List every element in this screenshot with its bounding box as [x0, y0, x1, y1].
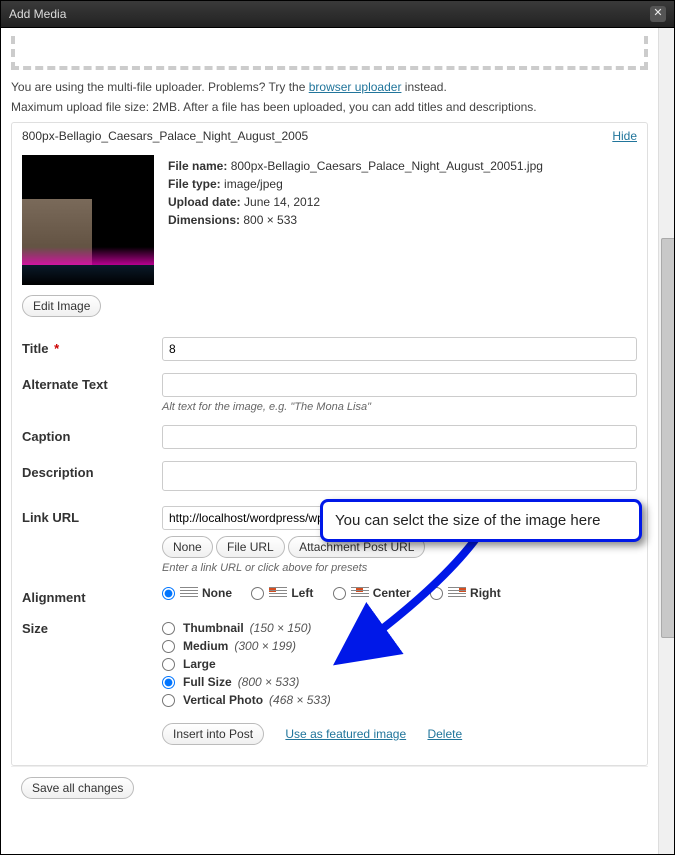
upload-date-label: Upload date:: [168, 195, 241, 209]
upload-dropzone[interactable]: [11, 36, 648, 70]
size-full-option[interactable]: Full Size(800 × 533): [162, 675, 637, 689]
size-thumbnail-radio[interactable]: [162, 622, 175, 635]
upload-date-value: June 14, 2012: [244, 195, 320, 209]
hide-link[interactable]: Hide: [612, 129, 637, 143]
browser-uploader-link[interactable]: browser uploader: [309, 80, 402, 94]
align-left-radio[interactable]: [251, 587, 264, 600]
description-input[interactable]: [162, 461, 637, 491]
align-none-option[interactable]: None: [162, 586, 232, 600]
link-file-button[interactable]: File URL: [216, 536, 285, 558]
size-vertical-radio[interactable]: [162, 694, 175, 707]
size-large-radio[interactable]: [162, 658, 175, 671]
caption-label: Caption: [22, 425, 162, 444]
align-center-icon: [351, 587, 369, 599]
size-full-radio[interactable]: [162, 676, 175, 689]
align-right-option[interactable]: Right: [430, 586, 501, 600]
alt-text-label: Alternate Text: [22, 373, 162, 392]
align-right-icon: [448, 587, 466, 599]
annotation-text: You can selct the size of the image here: [335, 512, 600, 529]
required-indicator: *: [54, 341, 59, 356]
size-label: Size: [22, 617, 162, 636]
align-none-radio[interactable]: [162, 587, 175, 600]
uploader-info: You are using the multi-file uploader. P…: [11, 80, 648, 94]
dimensions-label: Dimensions:: [168, 213, 240, 227]
size-medium-option[interactable]: Medium(300 × 199): [162, 639, 637, 653]
caption-input[interactable]: [162, 425, 637, 449]
dimensions-value: 800 × 533: [243, 213, 297, 227]
close-icon[interactable]: ✕: [650, 6, 666, 22]
align-left-option[interactable]: Left: [251, 586, 313, 600]
delete-link[interactable]: Delete: [427, 727, 462, 741]
modal-title: Add Media: [9, 7, 66, 21]
media-metadata: File name: 800px-Bellagio_Caesars_Palace…: [168, 155, 543, 285]
annotation-callout: You can selct the size of the image here: [320, 499, 642, 542]
align-none-icon: [180, 587, 198, 599]
file-name-value: 800px-Bellagio_Caesars_Palace_Night_Augu…: [231, 159, 543, 173]
alt-text-input[interactable]: [162, 373, 637, 397]
modal-titlebar: Add Media ✕: [1, 1, 674, 28]
size-vertical-option[interactable]: Vertical Photo(468 × 533): [162, 693, 637, 707]
align-center-radio[interactable]: [333, 587, 346, 600]
align-left-icon: [269, 587, 287, 599]
align-center-option[interactable]: Center: [333, 586, 411, 600]
uploader-info-suffix: instead.: [401, 80, 446, 94]
vertical-scrollbar[interactable]: [658, 28, 674, 854]
save-all-changes-button[interactable]: Save all changes: [21, 777, 134, 799]
link-none-button[interactable]: None: [162, 536, 213, 558]
link-url-hint: Enter a link URL or click above for pres…: [162, 562, 637, 574]
media-item: 800px-Bellagio_Caesars_Palace_Night_Augu…: [11, 122, 648, 766]
scrollbar-thumb[interactable]: [661, 238, 674, 638]
alt-text-hint: Alt text for the image, e.g. "The Mona L…: [162, 401, 637, 413]
link-url-label: Link URL: [22, 506, 162, 525]
modal-content: You are using the multi-file uploader. P…: [1, 28, 658, 854]
insert-into-post-button[interactable]: Insert into Post: [162, 723, 264, 745]
title-label: Title: [22, 341, 49, 356]
media-filename: 800px-Bellagio_Caesars_Palace_Night_Augu…: [22, 129, 308, 143]
edit-image-button[interactable]: Edit Image: [22, 295, 101, 317]
use-as-featured-link[interactable]: Use as featured image: [285, 727, 406, 741]
alignment-label: Alignment: [22, 586, 162, 605]
file-type-label: File type:: [168, 177, 221, 191]
file-name-label: File name:: [168, 159, 227, 173]
size-medium-radio[interactable]: [162, 640, 175, 653]
modal-footer: Save all changes: [11, 766, 648, 809]
align-right-radio[interactable]: [430, 587, 443, 600]
size-thumbnail-option[interactable]: Thumbnail(150 × 150): [162, 621, 637, 635]
title-input[interactable]: [162, 337, 637, 361]
uploader-info-prefix: You are using the multi-file uploader. P…: [11, 80, 309, 94]
file-type-value: image/jpeg: [224, 177, 283, 191]
media-thumbnail: [22, 155, 154, 285]
description-label: Description: [22, 461, 162, 480]
max-upload-info: Maximum upload file size: 2MB. After a f…: [11, 100, 648, 114]
size-large-option[interactable]: Large: [162, 657, 637, 671]
